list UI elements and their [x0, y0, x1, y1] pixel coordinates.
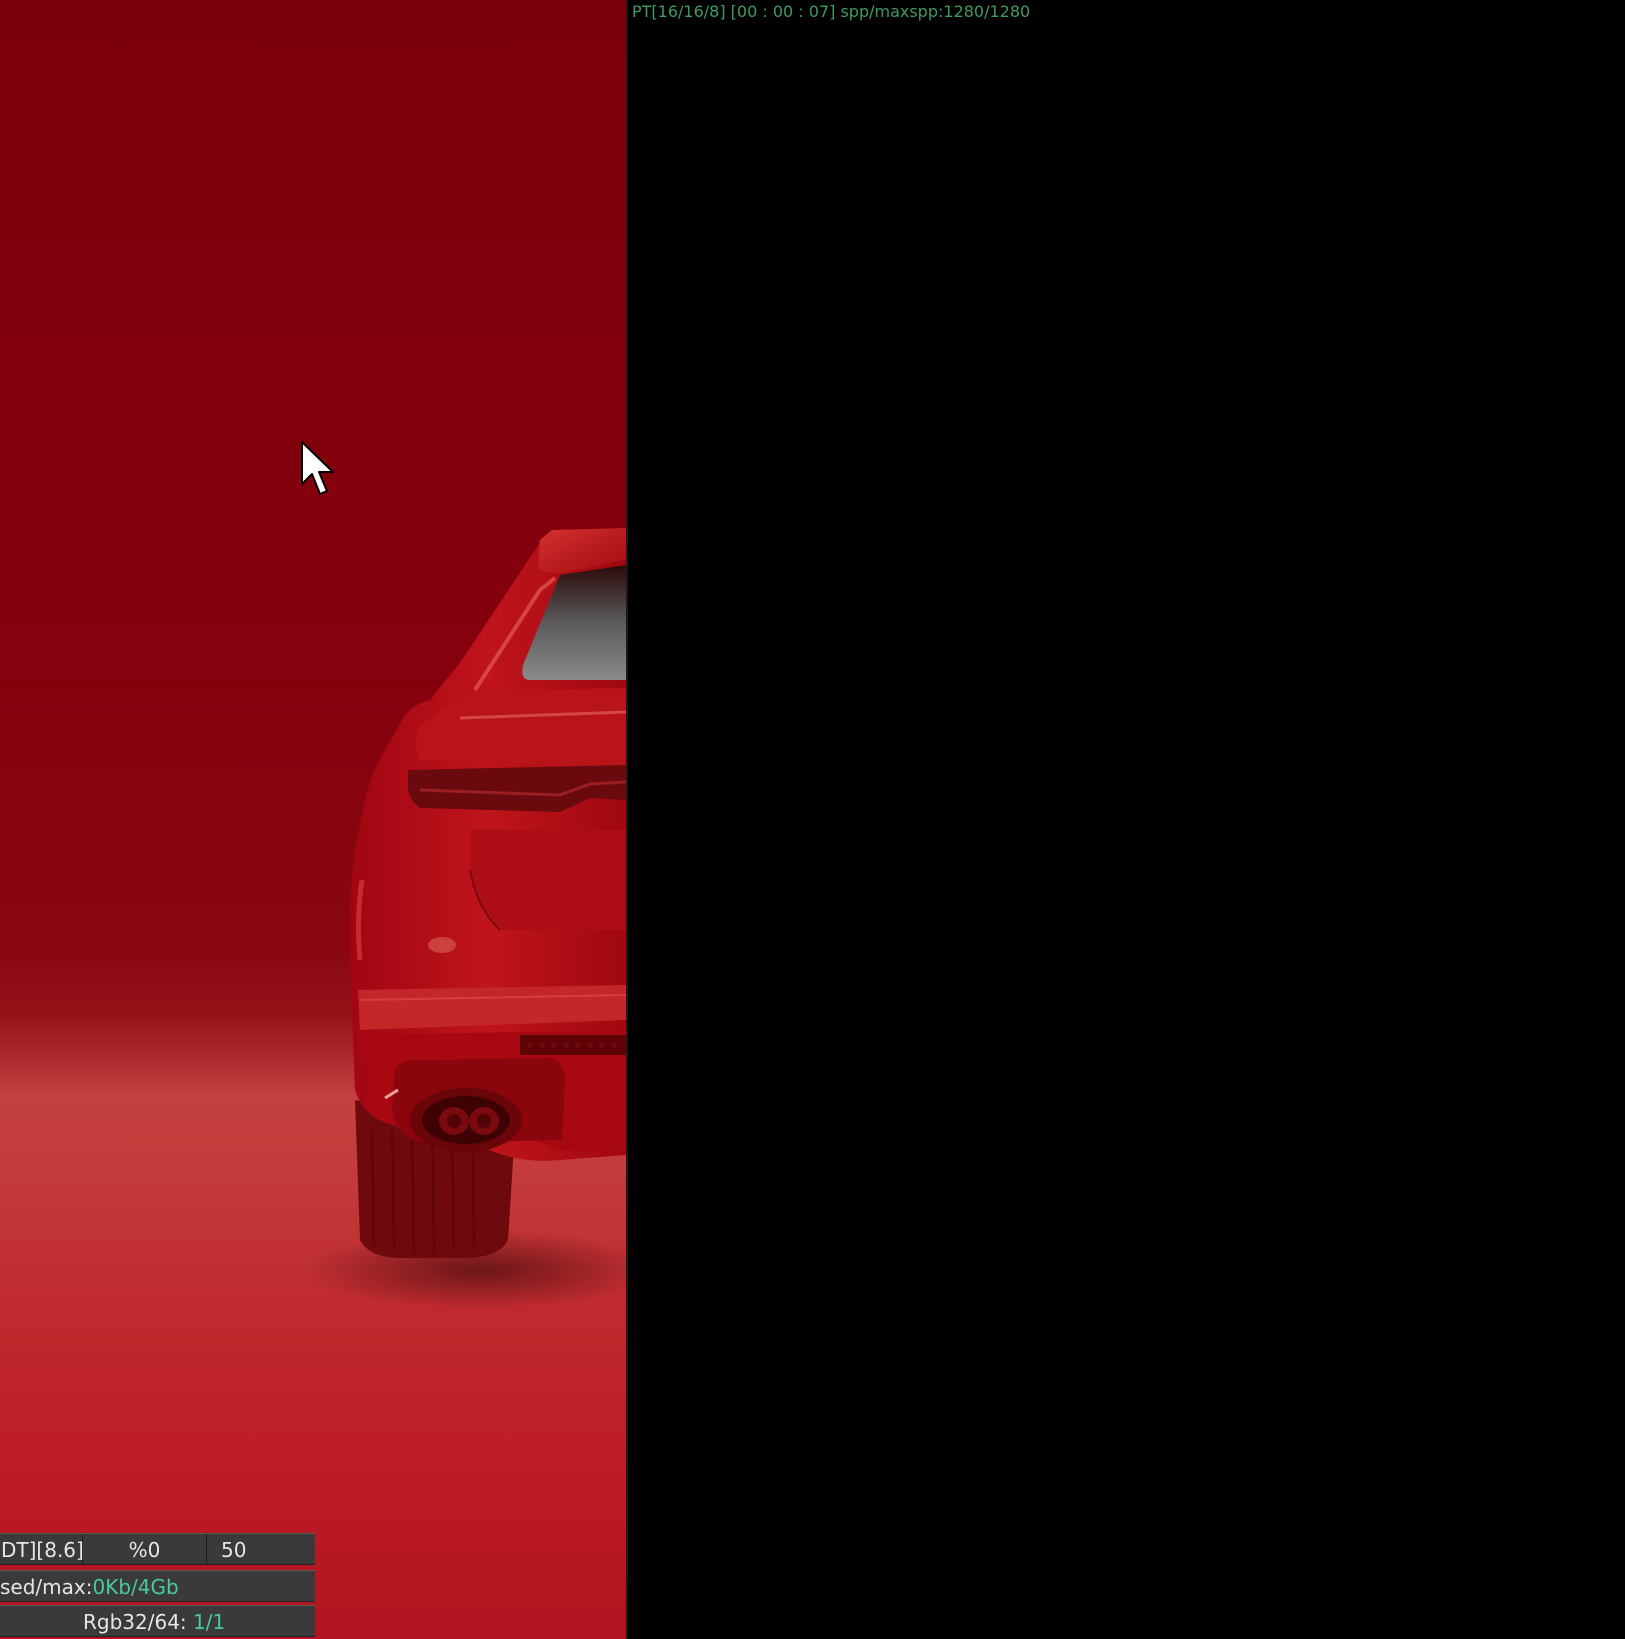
- rgb-label: Rgb32/64:: [83, 1610, 194, 1634]
- arrow-cursor-icon: [301, 441, 334, 495]
- memory-max: 4Gb: [137, 1575, 179, 1599]
- bumper-grille: [520, 1035, 626, 1055]
- status-row-memory: sed/max:0Kb/4Gb: [0, 1570, 315, 1602]
- memory-used: 0Kb: [92, 1575, 132, 1599]
- memory-readout: sed/max:0Kb/4Gb: [0, 1571, 179, 1601]
- status-row-timing: DT][8.6] %0 50: [0, 1533, 315, 1565]
- render-viewport[interactable]: [0, 0, 626, 1639]
- rgb-value: 1/1: [193, 1610, 226, 1634]
- memory-label: sed/max:: [0, 1575, 93, 1599]
- percent-cell: %0: [83, 1534, 207, 1564]
- timing-cell: DT][8.6]: [0, 1534, 84, 1564]
- car-rear-image: [349, 528, 626, 1258]
- memory-separator: /: [131, 1575, 138, 1599]
- value-cell: 50: [221, 1538, 247, 1562]
- render-progress-text: PT[16/16/8] [00 : 00 : 07] spp/maxspp:12…: [632, 2, 1031, 21]
- rgb-readout: Rgb32/64: 1/1: [83, 1606, 226, 1636]
- status-row-rgb: Rgb32/64: 1/1: [0, 1605, 315, 1637]
- progress-pane: PT[16/16/8] [00 : 00 : 07] spp/maxspp:12…: [628, 0, 1625, 1639]
